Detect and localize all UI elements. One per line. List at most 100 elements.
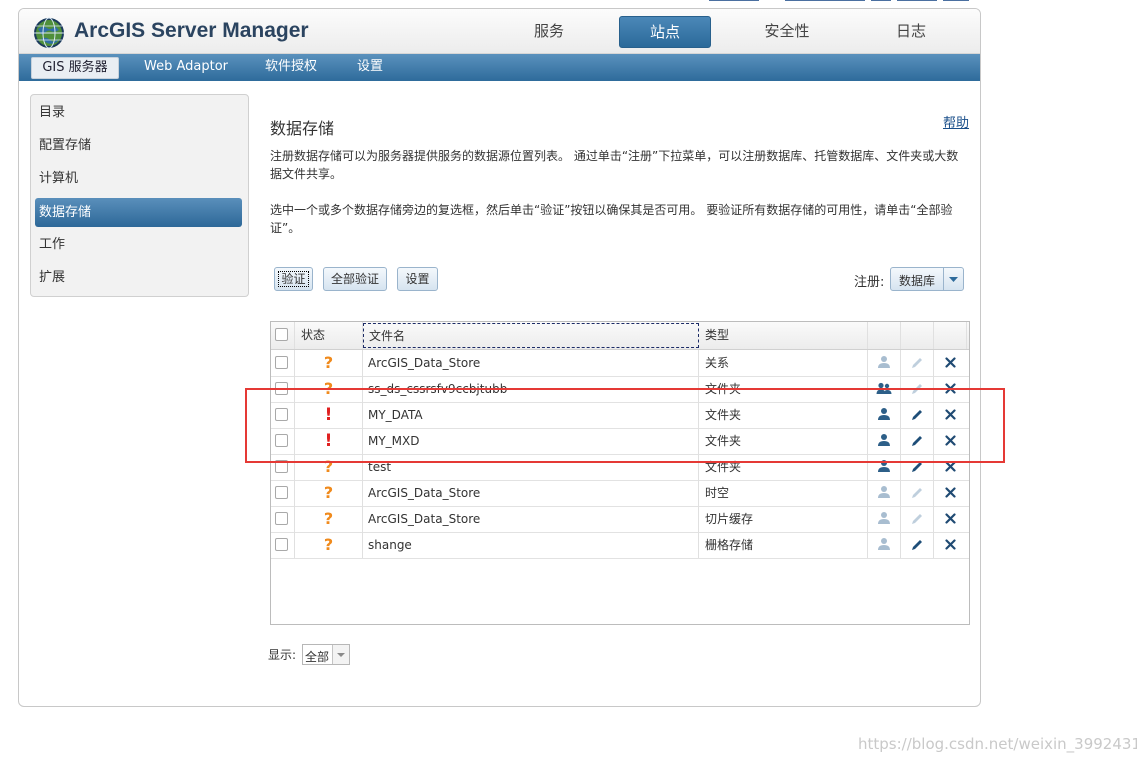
table-header: 状态 文件名 类型 bbox=[271, 322, 969, 350]
register-label: 注册: bbox=[854, 275, 885, 290]
table-row[interactable]: ? ArcGIS_Data_Store 切片缓存 bbox=[271, 506, 969, 533]
sidebar-item-config-store[interactable]: 配置存储 bbox=[39, 133, 237, 159]
sidebar-item-extensions[interactable]: 扩展 bbox=[39, 265, 237, 291]
row-checkbox[interactable] bbox=[275, 408, 288, 421]
tab-logs[interactable]: 日志 bbox=[875, 16, 947, 46]
edit-pencil-icon[interactable] bbox=[910, 384, 924, 399]
delete-x-icon[interactable] bbox=[945, 383, 956, 397]
row-checkbox[interactable] bbox=[275, 382, 288, 395]
show-label: 显示: bbox=[268, 648, 297, 662]
unknown-status-icon: ? bbox=[323, 483, 334, 502]
table-row[interactable]: ! MY_DATA 文件夹 bbox=[271, 402, 969, 429]
delete-x-icon[interactable] bbox=[945, 409, 956, 423]
chevron-down-icon[interactable] bbox=[332, 645, 349, 664]
validate-all-button[interactable]: 全部验证 bbox=[323, 267, 387, 291]
delete-x-icon[interactable] bbox=[945, 435, 956, 449]
sub-navigation: GIS 服务器 Web Adaptor 软件授权 设置 bbox=[19, 54, 980, 81]
app-title: ArcGIS Server Manager bbox=[74, 19, 309, 42]
row-name: MY_DATA bbox=[363, 402, 699, 428]
row-checkbox[interactable] bbox=[275, 486, 288, 499]
column-status[interactable]: 状态 bbox=[295, 322, 363, 349]
row-type: 栅格存储 bbox=[699, 532, 868, 558]
sidebar-item-machines[interactable]: 计算机 bbox=[39, 166, 237, 192]
validate-instructions: 选中一个或多个数据存储旁边的复选框，然后单击“验证”按钮以确保其是否可用。 要验… bbox=[270, 203, 953, 235]
settings-button[interactable]: 设置 bbox=[397, 267, 438, 291]
row-name: ss_ds_cssrsfv9ccbjtubb bbox=[363, 376, 699, 402]
delete-x-icon[interactable] bbox=[945, 513, 956, 527]
edit-pencil-icon[interactable] bbox=[910, 488, 924, 503]
user-icon[interactable] bbox=[877, 434, 891, 450]
row-type: 文件夹 bbox=[699, 428, 868, 454]
show-filter-dropdown[interactable]: 全部 bbox=[302, 644, 350, 665]
edit-pencil-icon[interactable] bbox=[910, 436, 924, 451]
column-name[interactable]: 文件名 bbox=[363, 323, 699, 348]
table-row[interactable]: ? ArcGIS_Data_Store 关系 bbox=[271, 350, 969, 377]
sidebar-item-directories[interactable]: 目录 bbox=[39, 100, 237, 126]
error-status-icon: ! bbox=[324, 431, 333, 451]
table-row[interactable]: ! MY_MXD 文件夹 bbox=[271, 428, 969, 455]
subtab-gis-server[interactable]: GIS 服务器 bbox=[31, 57, 119, 79]
delete-x-icon[interactable] bbox=[945, 539, 956, 553]
table-row[interactable]: ? ss_ds_cssrsfv9ccbjtubb 文件夹 bbox=[271, 376, 969, 403]
watermark-text: https://blog.csdn.net/weixin_39924311 bbox=[858, 735, 1137, 753]
row-type: 切片缓存 bbox=[699, 506, 868, 532]
sidebar-item-jobs[interactable]: 工作 bbox=[39, 232, 237, 258]
user-icon[interactable] bbox=[877, 486, 891, 502]
row-name: shange bbox=[363, 532, 699, 558]
sidebar: 目录 配置存储 计算机 数据存储 工作 扩展 bbox=[30, 94, 249, 297]
table-row[interactable]: ? ArcGIS_Data_Store 时空 bbox=[271, 480, 969, 507]
globe-logo-icon bbox=[34, 17, 64, 49]
page-title: 数据存储 bbox=[270, 119, 335, 138]
edit-pencil-icon[interactable] bbox=[910, 358, 924, 373]
help-link[interactable]: 帮助 bbox=[943, 112, 969, 131]
intro-paragraph: 注册数据存储可以为服务器提供服务的数据源位置列表。 通过单击“注册”下拉菜单，可… bbox=[270, 149, 959, 181]
user-icon[interactable] bbox=[877, 512, 891, 528]
tab-site[interactable]: 站点 bbox=[619, 16, 711, 48]
users-icon[interactable] bbox=[876, 382, 892, 398]
row-name: ArcGIS_Data_Store bbox=[363, 506, 699, 532]
row-name: ArcGIS_Data_Store bbox=[363, 480, 699, 506]
column-type[interactable]: 类型 bbox=[699, 322, 868, 349]
row-type: 时空 bbox=[699, 480, 868, 506]
user-icon[interactable] bbox=[877, 460, 891, 476]
row-type: 文件夹 bbox=[699, 402, 868, 428]
select-all-checkbox[interactable] bbox=[275, 328, 288, 341]
sidebar-item-data-stores[interactable]: 数据存储 bbox=[35, 198, 242, 227]
user-icon[interactable] bbox=[877, 356, 891, 372]
row-name: MY_MXD bbox=[363, 428, 699, 454]
table-row[interactable]: ? shange 栅格存储 bbox=[271, 532, 969, 559]
row-type: 文件夹 bbox=[699, 454, 868, 480]
row-checkbox[interactable] bbox=[275, 538, 288, 551]
edit-pencil-icon[interactable] bbox=[910, 540, 924, 555]
row-checkbox[interactable] bbox=[275, 512, 288, 525]
delete-x-icon[interactable] bbox=[945, 461, 956, 475]
register-dropdown-value: 数据库 bbox=[899, 274, 936, 288]
delete-x-icon[interactable] bbox=[945, 487, 956, 501]
unknown-status-icon: ? bbox=[323, 379, 334, 398]
row-checkbox[interactable] bbox=[275, 434, 288, 447]
validate-button-label: 验证 bbox=[278, 271, 309, 287]
row-name: test bbox=[363, 454, 699, 480]
tab-security[interactable]: 安全性 bbox=[747, 16, 827, 46]
chevron-down-icon[interactable] bbox=[943, 268, 963, 290]
table-row[interactable]: ? test 文件夹 bbox=[271, 454, 969, 481]
subtab-web-adaptor[interactable]: Web Adaptor bbox=[137, 57, 235, 77]
unknown-status-icon: ? bbox=[323, 509, 334, 528]
user-icon[interactable] bbox=[877, 408, 891, 424]
subtab-licensing[interactable]: 软件授权 bbox=[259, 57, 323, 77]
tab-services[interactable]: 服务 bbox=[512, 16, 586, 46]
subtab-settings[interactable]: 设置 bbox=[349, 57, 391, 77]
row-type: 文件夹 bbox=[699, 376, 868, 402]
user-icon[interactable] bbox=[877, 538, 891, 554]
unknown-status-icon: ? bbox=[323, 353, 334, 372]
error-status-icon: ! bbox=[324, 405, 333, 425]
delete-x-icon[interactable] bbox=[945, 357, 956, 371]
edit-pencil-icon[interactable] bbox=[910, 462, 924, 477]
validate-button[interactable]: 验证 bbox=[274, 267, 313, 291]
row-checkbox[interactable] bbox=[275, 460, 288, 473]
edit-pencil-icon[interactable] bbox=[910, 410, 924, 425]
row-name: ArcGIS_Data_Store bbox=[363, 350, 699, 376]
edit-pencil-icon[interactable] bbox=[910, 514, 924, 529]
register-dropdown[interactable]: 数据库 bbox=[890, 267, 964, 291]
row-checkbox[interactable] bbox=[275, 356, 288, 369]
